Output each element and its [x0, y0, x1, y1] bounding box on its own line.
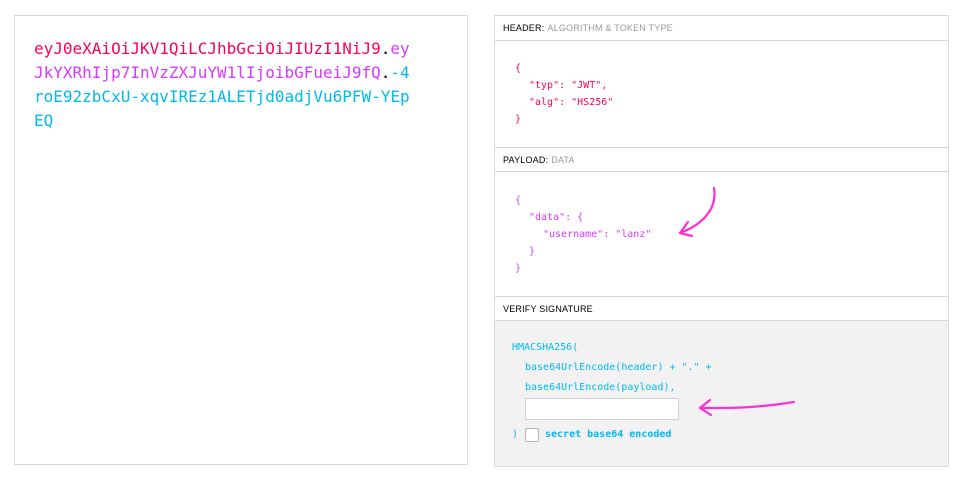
- code-line: }: [529, 246, 536, 257]
- header-section-heading: HEADER: ALGORITHM & TOKEN TYPE: [495, 16, 948, 41]
- code-line: "username": "lanz": [543, 229, 652, 240]
- secret-base64-label[interactable]: secret base64 encoded: [545, 427, 671, 443]
- header-section-title: HEADER:: [503, 23, 545, 33]
- hmac-arg-header: base64UrlEncode(header) + "." +: [525, 362, 712, 373]
- decoded-panel: HEADER: ALGORITHM & TOKEN TYPE { "typ": "…: [494, 15, 949, 467]
- code-line: {: [515, 63, 522, 74]
- secret-base64-checkbox[interactable]: [525, 428, 539, 442]
- code-line: "data": {: [529, 212, 584, 223]
- secret-input[interactable]: [525, 398, 679, 420]
- token-dot: .: [380, 39, 391, 58]
- code-line: "alg": "HS256": [529, 97, 614, 108]
- token-dot: .: [380, 63, 391, 82]
- header-section-subtitle: ALGORITHM & TOKEN TYPE: [547, 23, 673, 33]
- code-line: {: [515, 195, 522, 206]
- encoded-token-panel[interactable]: eyJ0eXAiOiJKV1QiLCJhbGciOiJIUzI1NiJ9.eyJ…: [14, 15, 468, 465]
- payload-section-title: PAYLOAD:: [503, 155, 549, 165]
- verify-section-heading: VERIFY SIGNATURE: [495, 296, 948, 321]
- encoded-token-text[interactable]: eyJ0eXAiOiJKV1QiLCJhbGciOiJIUzI1NiJ9.eyJ…: [34, 37, 414, 133]
- payload-section-heading: PAYLOAD: DATA: [495, 147, 948, 172]
- token-header-part: eyJ0eXAiOiJKV1QiLCJhbGciOiJIUzI1NiJ9: [34, 39, 381, 58]
- code-line: }: [515, 263, 522, 274]
- verify-section-title: VERIFY SIGNATURE: [503, 304, 593, 314]
- hmac-function-label: HMACSHA256(: [512, 342, 579, 353]
- code-line: "typ": "JWT",: [529, 80, 608, 91]
- header-json-editor[interactable]: { "typ": "JWT", "alg": "HS256" }: [515, 60, 613, 128]
- hmac-close-paren: ): [512, 429, 519, 440]
- code-line: }: [515, 114, 522, 125]
- payload-section-subtitle: DATA: [551, 155, 575, 165]
- hmac-arg-payload: base64UrlEncode(payload),: [525, 382, 676, 393]
- payload-json-editor[interactable]: { "data": { "username": "lanz" } }: [515, 192, 651, 277]
